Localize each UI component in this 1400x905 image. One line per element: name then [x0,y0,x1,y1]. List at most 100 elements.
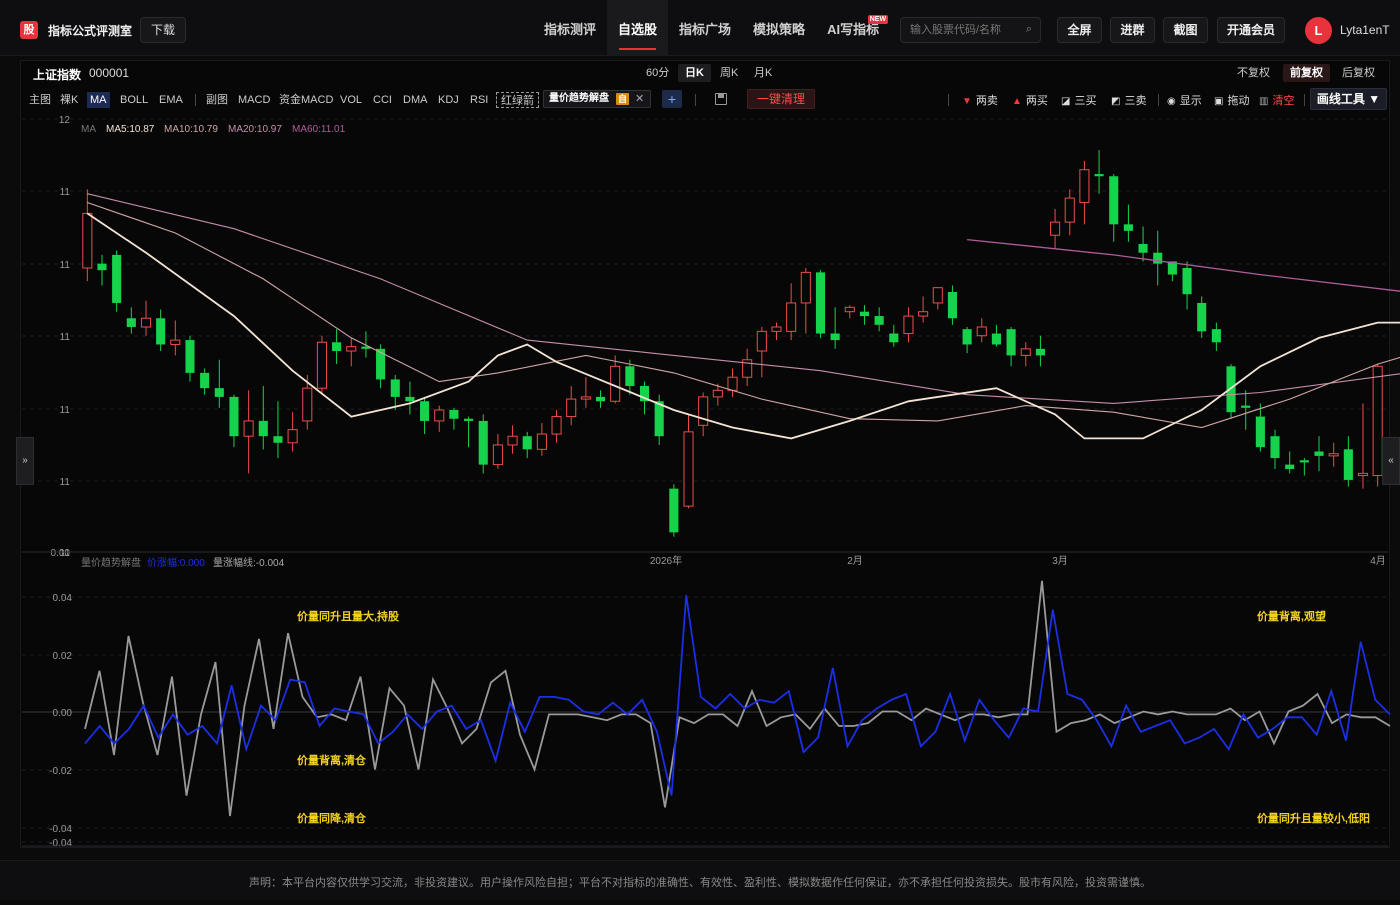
expand-right-button[interactable]: « [1382,437,1400,485]
sub-legend-item: 量涨幅线:-0.004 [213,556,285,569]
main-chart: 121111111111110.002026年 2月 3月 4月MA MA5:10.87… [22,115,1400,567]
signal-annotation: 价量同降,清仓 [297,811,367,825]
candle-body [712,389,723,398]
candle-body [522,436,532,450]
sub-y-tick-label: -0.02 [49,766,72,777]
candle-body [390,379,400,397]
candle-body [346,346,357,352]
candle-body [830,333,840,341]
signal-annotation: 价量背离,清仓 [297,753,367,767]
candle-body [273,436,283,443]
candle-body [1020,348,1031,356]
candle-body [200,372,210,389]
y-tick-label: 12 [59,115,71,126]
candle-body [874,316,884,325]
candle-body [507,435,518,446]
candle-body [669,488,679,533]
candle-body [214,388,224,397]
candle-body [1079,169,1090,203]
y-tick-label: 11 [60,405,71,416]
sub-y-tick-label: -0.04 [49,838,72,849]
candle-body [449,410,459,419]
candle-body [551,416,562,435]
candle-body [1109,176,1119,225]
candle-body [595,396,606,402]
candle-body [1197,302,1207,332]
expand-left-button[interactable]: » [16,437,34,485]
sub-legend-item: 价涨幅:0.000 [147,556,205,569]
candle-body [170,339,181,345]
ma-legend-item: MA5:10.87 [106,124,155,135]
candle-body [243,420,254,437]
candle-body [698,396,709,426]
candle-body [434,409,445,422]
signal-annotation: 价量背离,观望 [1257,609,1326,623]
ma60-line [967,238,1400,292]
ma-legend-item: MA20:10.97 [228,124,282,135]
candle-body [229,396,239,437]
candle-body [112,254,122,303]
y-tick-label: 11 [60,187,71,198]
candle-body [580,396,591,400]
x-tick-label: 4月 [1370,555,1386,567]
candle-body [492,444,503,466]
candle-body [1372,365,1383,477]
signal-annotation: 价量同升且量大,持股 [297,609,400,623]
candle-body [1328,453,1339,457]
candle-body [302,387,313,422]
candle-body [625,366,635,386]
candle-body [1357,472,1369,477]
candle-body [464,418,474,421]
candle-body [1153,252,1163,264]
candle-body [1255,416,1265,448]
y-tick-label: 11 [60,477,71,488]
x-tick-label: 2026年 [650,554,682,567]
candle-body [1211,329,1221,343]
x-tick-label: 2月 [847,555,863,567]
ma-legend-item: MA60:11.01 [292,124,346,135]
candle-body [1314,451,1324,456]
candle-body [1299,460,1309,463]
candle-body [405,396,415,402]
candle-body [1182,268,1192,295]
candle-body [889,333,899,343]
candle-body [376,348,386,380]
candle-body [771,326,782,332]
candle-body [962,329,972,345]
x-tick-label: 3月 [1052,555,1068,567]
price-change-line [84,595,1391,796]
sub-y-tick-label: -0.04 [49,824,72,835]
y-tick-label: 0.00 [51,548,71,559]
candle-body [140,317,152,328]
candle-body [287,429,298,444]
sub-legend-item: 量价趋势解盘 [81,556,141,569]
candle-body [1050,221,1061,236]
candle-body [536,433,547,450]
candle-body [727,376,738,391]
candle-body [82,212,93,269]
candle-body [683,431,694,507]
candle-body [800,271,811,304]
candle-body [844,306,855,313]
candle-body [991,333,1001,345]
candle-body [97,263,107,271]
candle-body [756,330,767,352]
candle-body [1064,197,1075,223]
candle-body [1006,329,1016,356]
candle-body [478,420,488,465]
candle-body [156,318,166,345]
chart-canvas[interactable]: 121111111111110.002026年 2月 3月 4月MA MA5:10.87… [0,0,1400,860]
y-tick-label: 11 [60,332,71,343]
ma-legend-item: MA [81,124,96,135]
candle-body [1138,243,1148,253]
candle-body [566,398,577,418]
candle-body [126,318,136,327]
signal-annotation: 价量同升且量较小,低阳 [1257,811,1370,825]
sub-y-tick-label: 0.02 [53,651,73,662]
ma-legend-item: MA10:10.79 [164,124,218,135]
candle-body [420,401,430,421]
candle-body [1285,464,1295,469]
candle-body [258,420,268,437]
candle-body [1270,436,1280,459]
candle-body [332,342,342,352]
